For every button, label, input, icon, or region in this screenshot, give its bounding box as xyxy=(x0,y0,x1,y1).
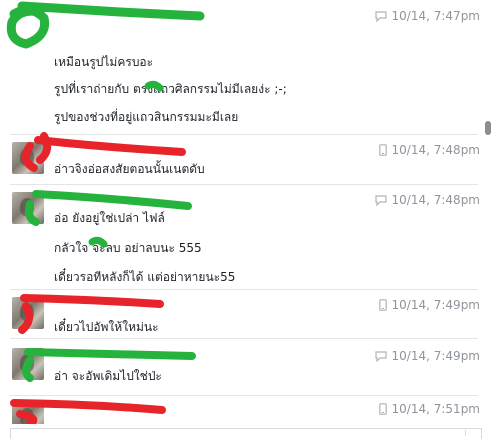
message-text: อ่า จะอัพเดิมไปใช่ป่ะ xyxy=(54,369,162,383)
message-group: 10/14, 7:51pm xyxy=(0,395,480,424)
composer-divider xyxy=(465,430,480,436)
avatar[interactable] xyxy=(12,142,44,174)
message-timestamp: 10/14, 7:49pm xyxy=(391,349,480,363)
scrollbar-thumb[interactable] xyxy=(485,121,491,135)
message-text: อ่าวจิงอ่อสงสัยตอนนั้นเนตดับ xyxy=(54,162,205,176)
avatar[interactable] xyxy=(12,348,44,380)
message-text: เดี๋ยวไปอัพให้ใหม่นะ xyxy=(54,320,159,334)
speech-bubble-icon xyxy=(374,10,387,22)
message-timestamp: 10/14, 7:47pm xyxy=(391,9,480,23)
mobile-phone-icon xyxy=(378,144,387,156)
message-text: รูปของช่วงที่อยู่แถวสินกรรมมะมีเลย xyxy=(54,110,239,124)
message-meta: 10/14, 7:48pm xyxy=(374,193,480,207)
message-text: เหมือนรูปไม่ครบอะ xyxy=(54,55,154,69)
message-group: 10/14, 7:48pm อ่าวจิงอ่อสงสัยตอนนั้นเนตด… xyxy=(0,134,480,184)
mobile-phone-icon xyxy=(378,403,387,415)
mobile-phone-icon xyxy=(378,299,387,311)
message-text: อ่อ ยังอยู่ใช่เปล่า ไฟล์ xyxy=(54,211,165,225)
message-timestamp: 10/14, 7:48pm xyxy=(391,143,480,157)
avatar[interactable] xyxy=(12,192,44,224)
message-text: กลัวใจ จะลบ อย่าลบนะ 555 xyxy=(54,241,202,255)
message-composer[interactable] xyxy=(10,428,482,439)
avatar[interactable] xyxy=(12,297,44,329)
message-meta: 10/14, 7:51pm xyxy=(378,402,480,416)
message-meta: 10/14, 7:47pm xyxy=(374,9,480,23)
scrollbar-track[interactable] xyxy=(482,0,492,424)
message-text: รูปที่เราถ่ายกับ ตรงแถวศิลกรรมไม่มีเลยง่… xyxy=(54,82,287,96)
message-timestamp: 10/14, 7:51pm xyxy=(391,402,480,416)
avatar[interactable] xyxy=(12,402,44,424)
message-group: 10/14, 7:48pm อ่อ ยังอยู่ใช่เปล่า ไฟล์ ก… xyxy=(0,184,480,289)
message-thread[interactable]: 10/14, 7:47pm เหมือนรูปไม่ครบอะ รูปที่เร… xyxy=(0,0,480,424)
message-meta: 10/14, 7:49pm xyxy=(374,349,480,363)
speech-bubble-icon xyxy=(374,350,387,362)
message-timestamp: 10/14, 7:49pm xyxy=(391,298,480,312)
speech-bubble-icon xyxy=(374,194,387,206)
message-timestamp: 10/14, 7:48pm xyxy=(391,193,480,207)
message-group: 10/14, 7:49pm เดี๋ยวไปอัพให้ใหม่นะ xyxy=(0,289,480,338)
message-group: 10/14, 7:47pm เหมือนรูปไม่ครบอะ รูปที่เร… xyxy=(0,0,480,134)
message-meta: 10/14, 7:48pm xyxy=(378,143,480,157)
message-meta: 10/14, 7:49pm xyxy=(378,298,480,312)
message-text: เดี๋ยวรอทีหลังก็ได้ แต่อย่าหายนะ55 xyxy=(54,270,236,284)
message-group: 10/14, 7:49pm อ่า จะอัพเดิมไปใช่ป่ะ xyxy=(0,338,480,395)
